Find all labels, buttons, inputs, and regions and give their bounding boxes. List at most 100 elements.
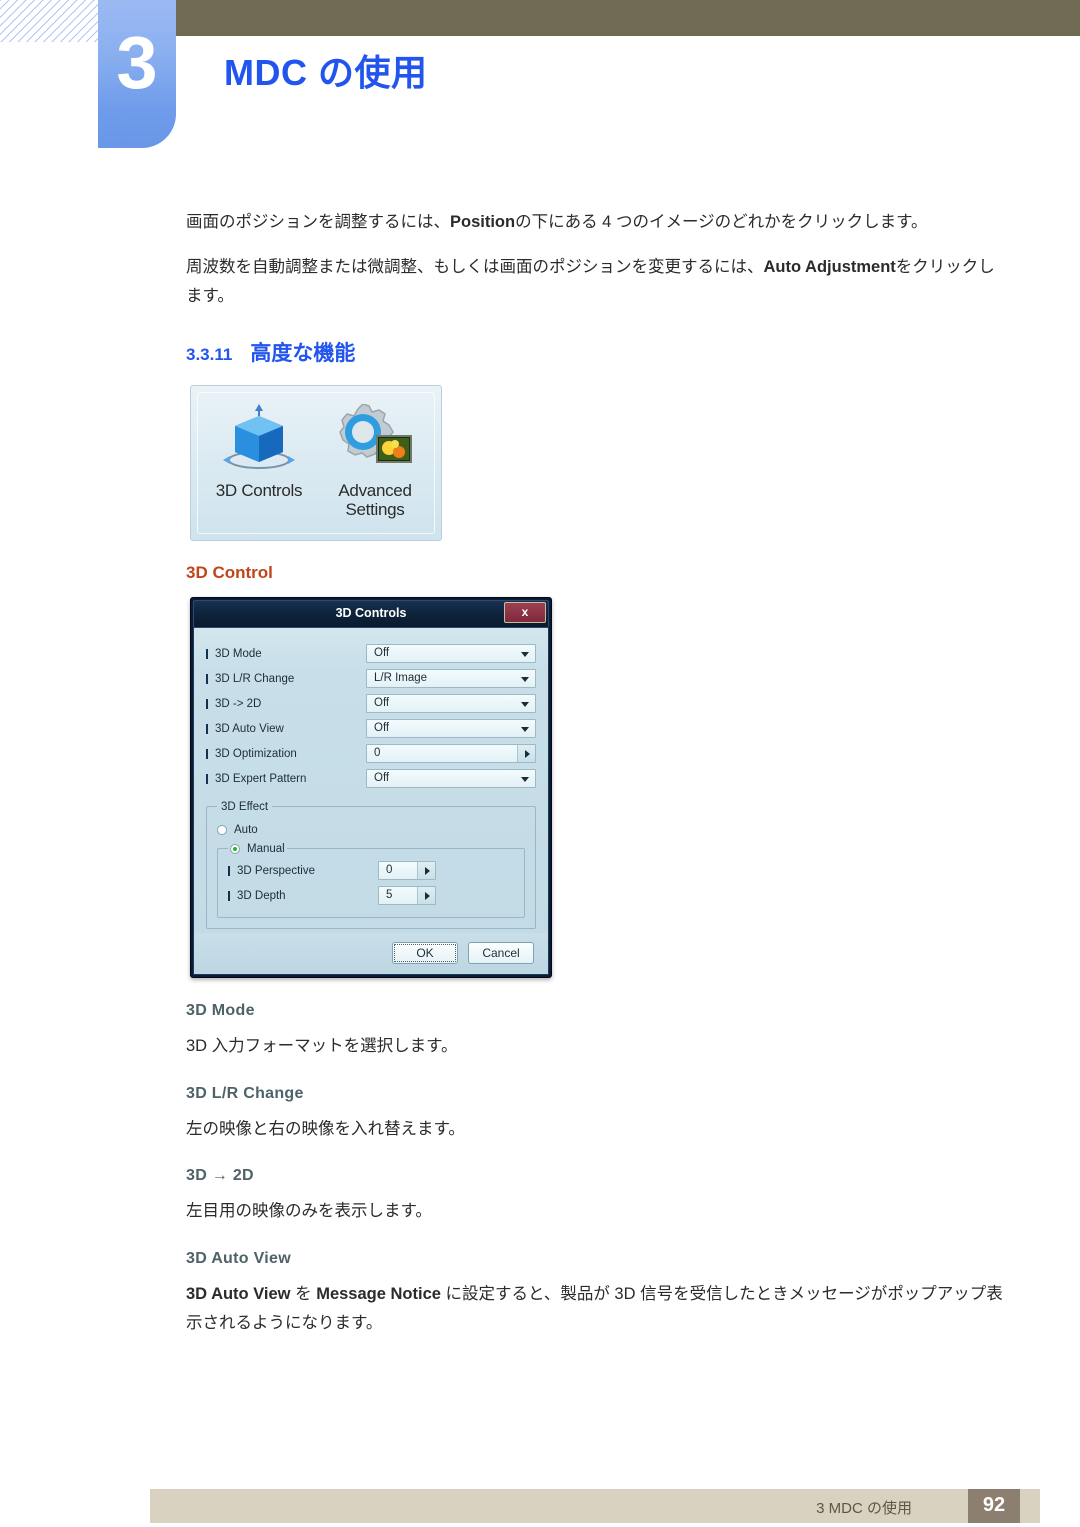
intro-p1-prefix: 画面のポジションを調整するには、 (186, 213, 450, 231)
label-text: 3D Depth (237, 889, 286, 902)
dropdown-3d-auto-view[interactable]: Off (366, 719, 536, 739)
3d-controls-dialog: 3D Controls x 3D Mode Off 3D L/R Change … (190, 596, 552, 978)
chevron-down-icon (521, 652, 529, 658)
label-text: 3D Optimization (215, 747, 297, 760)
final-para-bold1: 3D Auto View (186, 1285, 291, 1304)
intro-paragraph-2: 周波数を自動調整または微調整、もしくは画面のポジションを変更するには、Auto … (186, 253, 1006, 311)
3d-effect-group-legend: 3D Effect (221, 800, 269, 813)
label-text: 3D Auto View (215, 722, 284, 735)
radio-manual[interactable]: Manual (230, 843, 285, 855)
toolbar-item-advanced-settings[interactable]: Advanced Settings (319, 402, 431, 519)
chevron-right-icon (425, 892, 430, 901)
intro-p1-suffix: の下にある 4 つのイメージのどれかをクリックします。 (515, 213, 928, 231)
toolbar-item-3d-controls[interactable]: 3D Controls (203, 403, 315, 500)
field-row-3d-auto-view: 3D Auto View Off (206, 717, 536, 741)
spinner-3d-perspective-value: 0 (386, 864, 393, 877)
field-row-3d-perspective: 3D Perspective 0 (228, 859, 516, 883)
ok-button[interactable]: OK (392, 941, 458, 964)
field-row-3d-depth: 3D Depth 5 (228, 884, 516, 908)
desc-3d-mode: 3D 入力フォーマットを選択します。 (186, 1036, 458, 1055)
dropdown-3d-auto-view-value: Off (374, 722, 390, 735)
dialog-title: 3D Controls (335, 605, 407, 620)
manual-group-legend: Manual (228, 843, 287, 855)
dropdown-3d-mode-value: Off (374, 647, 390, 660)
spinner-3d-depth[interactable]: 5 (378, 886, 436, 906)
dropdown-3d-lr-change[interactable]: L/R Image (366, 669, 536, 689)
toolbar-item-3d-controls-label: 3D Controls (215, 480, 303, 500)
section-heading: 3.3.11 高度な機能 (186, 337, 1006, 367)
dropdown-3d-expert-pattern-value: Off (374, 772, 390, 785)
dropdown-3d-mode[interactable]: Off (366, 644, 536, 664)
chevron-down-icon (521, 702, 529, 708)
dropdown-3d-to-2d-value: Off (374, 697, 390, 710)
bullet-icon (206, 648, 208, 659)
field-label-3d-expert-pattern: 3D Expert Pattern (206, 773, 366, 785)
dialog-body: 3D Mode Off 3D L/R Change L/R Image 3D -… (193, 627, 549, 933)
header-band (175, 0, 1080, 36)
label-text: 3D -> 2D (215, 697, 262, 710)
radio-auto-icon (217, 824, 227, 835)
cancel-button[interactable]: Cancel (468, 941, 534, 964)
bullet-icon (228, 865, 230, 876)
field-row-3d-mode: 3D Mode Off (206, 642, 536, 666)
section-title: 高度な機能 (250, 341, 356, 365)
dialog-titlebar: 3D Controls x (193, 599, 549, 628)
radio-auto[interactable]: Auto (217, 819, 525, 841)
close-icon[interactable]: x (504, 601, 546, 623)
dialog-footer: OK Cancel (193, 932, 549, 975)
intro-paragraph-1: 画面のポジションを調整するには、Positionの下にある 4 つのイメージのど… (186, 208, 1006, 237)
gear-picture-icon (339, 402, 412, 463)
bullet-icon (206, 698, 208, 709)
intro-p2-bold: Auto Adjustment (763, 257, 896, 276)
bullet-icon (206, 773, 208, 784)
toolbar-figure: 3D Controls Advanced Settings (190, 384, 442, 541)
page-content: 画面のポジションを調整するには、Positionの下にある 4 つのイメージのど… (186, 208, 1006, 1354)
field-label-3d-optimization: 3D Optimization (206, 748, 366, 760)
label-text: 3D Perspective (237, 864, 315, 877)
page-number-box: 92 (968, 1489, 1020, 1523)
subheading-3d-control: 3D Control (186, 562, 273, 582)
field-label-3d-to-2d: 3D -> 2D (206, 698, 366, 710)
final-para-mid1: を (290, 1285, 317, 1304)
chevron-down-icon (521, 677, 529, 683)
desc-3d-to-2d: 左目用の映像のみを表示します。 (186, 1202, 432, 1221)
chevron-right-icon (525, 750, 530, 759)
chevron-down-icon (521, 777, 529, 783)
dropdown-3d-expert-pattern[interactable]: Off (366, 769, 536, 789)
3d-effect-group: 3D Effect Auto Manual 3D Perspective 0 3… (206, 800, 536, 929)
bullet-icon (206, 673, 208, 684)
toolbar-item-advanced-settings-label-line1: Advanced (338, 480, 412, 500)
field-label-3d-perspective: 3D Perspective (228, 865, 378, 877)
chapter-tab: 3 (98, 0, 176, 148)
spinner-3d-optimization[interactable]: 0 (366, 744, 536, 764)
spinner-3d-perspective[interactable]: 0 (378, 861, 436, 881)
dropdown-3d-lr-change-value: L/R Image (374, 672, 428, 685)
intro-p1-bold: Position (450, 213, 516, 231)
field-row-3d-optimization: 3D Optimization 0 (206, 742, 536, 766)
label-text: 3D Mode (215, 647, 262, 660)
toolbar-item-advanced-settings-label-line2: Settings (345, 499, 405, 519)
label-text: 3D Expert Pattern (215, 772, 307, 785)
final-para-bold2: Message Notice (316, 1285, 441, 1304)
field-label-3d-auto-view: 3D Auto View (206, 723, 366, 735)
bullet-icon (206, 748, 208, 759)
footer-band: 3 MDC の使用 92 (150, 1489, 1040, 1523)
intro-p2-prefix: 周波数を自動調整または微調整、もしくは画面のポジションを変更するには、 (186, 257, 764, 276)
page-number: 92 (982, 1494, 1006, 1516)
term-3d-mode: 3D Mode (186, 1001, 255, 1019)
manual-group: Manual 3D Perspective 0 3D Depth 5 (217, 842, 525, 918)
bullet-icon (228, 890, 230, 901)
chevron-down-icon (521, 727, 529, 733)
spinner-3d-depth-value: 5 (386, 889, 393, 902)
blue-cube-icon (223, 403, 295, 469)
term-3d-to-2d: 3D → 2D (186, 1167, 254, 1185)
field-row-3d-lr-change: 3D L/R Change L/R Image (206, 667, 536, 691)
spinner-3d-optimization-value: 0 (374, 747, 381, 760)
chapter-number: 3 (116, 21, 158, 104)
page-title: MDC の使用 (224, 52, 428, 93)
radio-manual-icon (230, 843, 240, 854)
radio-auto-label: Auto (234, 823, 258, 836)
dropdown-3d-to-2d[interactable]: Off (366, 694, 536, 714)
field-row-3d-expert-pattern: 3D Expert Pattern Off (206, 767, 536, 791)
field-label-3d-lr-change: 3D L/R Change (206, 673, 366, 685)
